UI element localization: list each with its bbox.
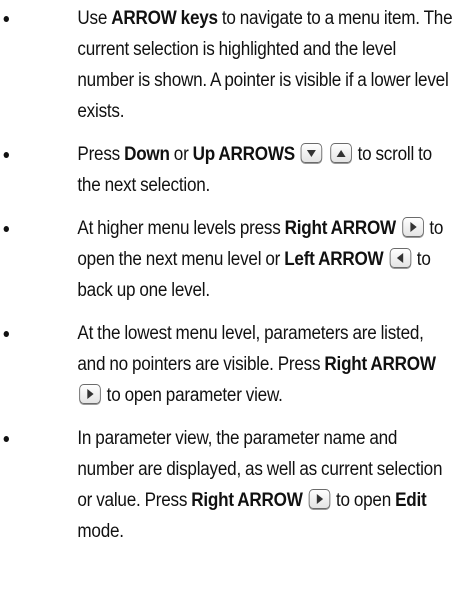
bullet-dot: [3, 436, 9, 442]
arrow-right-key-icon: [308, 488, 331, 509]
instruction-page: Use ARROW keys to navigate to a menu ite…: [0, 0, 466, 600]
body-text: [295, 144, 299, 165]
instruction-bullet-list: Use ARROW keys to navigate to a menu ite…: [0, 3, 466, 559]
arrow-left-key-icon: [389, 247, 411, 268]
body-text: or: [169, 144, 193, 165]
arrow-down-key-icon: [300, 142, 323, 163]
bullet-item: At higher menu levels press Right ARROW …: [0, 213, 459, 306]
emphasis-text: Down: [124, 144, 170, 165]
body-text: At higher menu levels press: [77, 218, 285, 239]
body-text: [383, 249, 387, 270]
emphasis-text: Right ARROW: [284, 218, 397, 239]
arrow-right-key-icon: [401, 216, 424, 237]
body-text: [303, 490, 307, 511]
bullet-item: In parameter view, the parameter name an…: [0, 423, 459, 547]
bullet-item: Press Down or Up ARROWS to scroll to the…: [0, 139, 459, 201]
emphasis-text: Right ARROW: [191, 490, 303, 511]
body-text: [324, 144, 328, 165]
bullet-item: Use ARROW keys to navigate to a menu ite…: [0, 3, 459, 127]
bullet-item: At the lowest menu level, parameters are…: [0, 318, 459, 411]
arrow-up-key-icon: [330, 142, 352, 163]
bullet-dot: [3, 331, 9, 337]
emphasis-text: Edit: [395, 490, 427, 511]
body-text: Use: [77, 8, 112, 29]
bullet-dot: [3, 152, 9, 158]
body-text: mode.: [77, 521, 124, 542]
bullet-dot: [3, 226, 9, 232]
bullet-dot: [3, 16, 9, 22]
emphasis-text: Up ARROWS: [192, 144, 296, 165]
emphasis-text: ARROW keys: [111, 8, 218, 29]
emphasis-text: Left ARROW: [284, 249, 384, 270]
body-text: to open: [331, 490, 396, 511]
body-text: to open parameter view.: [102, 385, 283, 406]
arrow-right-key-icon: [79, 383, 101, 404]
body-text: [396, 218, 400, 239]
emphasis-text: Right ARROW: [324, 354, 436, 375]
body-text: Press: [77, 144, 125, 165]
